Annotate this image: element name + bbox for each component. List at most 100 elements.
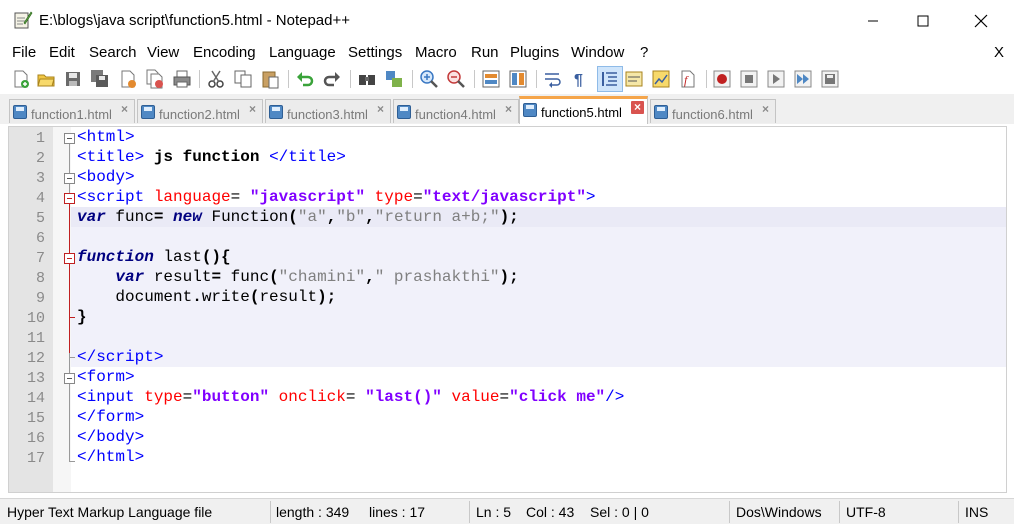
maximize-button[interactable]: [900, 0, 946, 42]
zoom-out-icon[interactable]: [446, 69, 466, 89]
tab-function1[interactable]: function1.html ×: [9, 99, 135, 123]
sync-horizontal-icon[interactable]: [508, 69, 528, 89]
toolbar-separator: [536, 70, 537, 88]
doc-map-icon[interactable]: [651, 69, 671, 89]
cut-icon[interactable]: [206, 69, 226, 89]
print-icon[interactable]: [172, 69, 192, 89]
code-line: </body>: [77, 428, 145, 446]
new-file-icon[interactable]: [11, 69, 31, 89]
code-line: <input type="button" onclick= "last()" v…: [77, 388, 625, 406]
menu-view[interactable]: View: [147, 44, 179, 61]
menu-language[interactable]: Language: [269, 44, 336, 61]
tab-close-icon[interactable]: ×: [502, 103, 515, 116]
play-macro-icon[interactable]: [766, 69, 786, 89]
status-bar: Hyper Text Markup Language file length :…: [0, 498, 1014, 524]
status-file-type: Hyper Text Markup Language file: [7, 504, 213, 520]
code-line: </script>: [77, 348, 164, 366]
fold-toggle[interactable]: [64, 133, 75, 144]
status-insert-mode: INS: [965, 504, 989, 520]
close-icon: [974, 14, 988, 28]
status-selection: Sel : 0 | 0: [590, 504, 649, 520]
line-number: 12: [26, 350, 45, 367]
svg-text:¶: ¶: [574, 72, 583, 89]
paste-icon[interactable]: [260, 69, 280, 89]
code-line: </html>: [77, 448, 145, 466]
tab-label: function3.html: [287, 107, 368, 122]
sync-vertical-icon[interactable]: [481, 69, 501, 89]
close-window-button[interactable]: [958, 0, 1004, 42]
close-file-icon[interactable]: [118, 69, 138, 89]
open-file-icon[interactable]: [36, 69, 56, 89]
menu-window[interactable]: Window: [571, 44, 624, 61]
script-block-bg: [9, 307, 1006, 327]
word-wrap-icon[interactable]: [543, 69, 563, 89]
undo-icon[interactable]: [295, 69, 315, 89]
menu-run[interactable]: Run: [471, 44, 499, 61]
find-icon[interactable]: [357, 69, 377, 89]
fold-toggle[interactable]: [64, 193, 75, 204]
code-editor[interactable]: 1 2 3 4 5 6 7 8 9 10 11 12 13 14 15 16 1…: [8, 126, 1007, 493]
line-number: 15: [26, 410, 45, 427]
tab-close-icon[interactable]: ×: [374, 103, 387, 116]
function-list-icon[interactable]: [624, 69, 644, 89]
fold-toggle[interactable]: [64, 173, 75, 184]
menu-edit[interactable]: Edit: [49, 44, 75, 61]
menu-file[interactable]: File: [12, 44, 36, 61]
file-icon: [141, 105, 155, 119]
tab-close-icon[interactable]: ×: [118, 103, 131, 116]
tab-label: function1.html: [31, 107, 112, 122]
status-separator: [270, 501, 271, 523]
menu-macro[interactable]: Macro: [415, 44, 457, 61]
fold-toggle[interactable]: [64, 373, 75, 384]
file-icon: [269, 105, 283, 119]
line-number: 13: [26, 370, 45, 387]
line-number: 16: [26, 430, 45, 447]
tab-function5[interactable]: function5.html ×: [519, 96, 648, 124]
indent-guide-icon[interactable]: [600, 69, 620, 89]
file-icon: [13, 105, 27, 119]
menu-plugins[interactable]: Plugins: [510, 44, 559, 61]
minimize-button[interactable]: [850, 0, 896, 42]
tab-close-icon[interactable]: ×: [759, 103, 772, 116]
save-icon[interactable]: [63, 69, 83, 89]
tab-function4[interactable]: function4.html ×: [393, 99, 519, 123]
line-number: 4: [35, 190, 45, 207]
code-line: var result= func("chamini"," prashakthi"…: [115, 268, 519, 286]
run-macro-multiple-icon[interactable]: [793, 69, 813, 89]
tab-close-icon[interactable]: ×: [246, 103, 259, 116]
menu-settings[interactable]: Settings: [348, 44, 402, 61]
copy-icon[interactable]: [233, 69, 253, 89]
tab-close-icon[interactable]: ×: [631, 101, 644, 114]
redo-icon[interactable]: [322, 69, 342, 89]
doc-switcher-icon[interactable]: f: [678, 69, 698, 89]
status-separator: [729, 501, 730, 523]
code-line: function last(){: [77, 248, 231, 266]
line-number: 17: [26, 450, 45, 467]
show-all-chars-icon[interactable]: ¶: [570, 69, 590, 89]
save-macro-icon[interactable]: [820, 69, 840, 89]
line-number: 3: [35, 170, 45, 187]
fold-toggle[interactable]: [64, 253, 75, 264]
zoom-in-icon[interactable]: [419, 69, 439, 89]
line-number: 10: [26, 310, 45, 327]
status-encoding[interactable]: UTF-8: [846, 504, 886, 520]
status-length: length : 349: [276, 504, 350, 520]
tab-bar: function1.html × function2.html × functi…: [0, 94, 1014, 124]
menu-help[interactable]: ?: [640, 44, 648, 61]
stop-macro-icon[interactable]: [739, 69, 759, 89]
status-separator: [839, 501, 840, 523]
tab-function3[interactable]: function3.html ×: [265, 99, 391, 123]
line-number: 11: [26, 330, 45, 347]
code-line: <script language= "javascript" type="tex…: [77, 188, 596, 206]
replace-icon[interactable]: [384, 69, 404, 89]
code-line: <html>: [77, 128, 135, 146]
status-eol[interactable]: Dos\Windows: [736, 504, 822, 520]
close-document-button[interactable]: X: [994, 44, 1004, 61]
record-macro-icon[interactable]: [712, 69, 732, 89]
menu-encoding[interactable]: Encoding: [193, 44, 256, 61]
save-all-icon[interactable]: [90, 69, 110, 89]
tab-function2[interactable]: function2.html ×: [137, 99, 263, 123]
close-all-icon[interactable]: [145, 69, 165, 89]
tab-function6[interactable]: function6.html ×: [650, 99, 776, 123]
menu-search[interactable]: Search: [89, 44, 137, 61]
